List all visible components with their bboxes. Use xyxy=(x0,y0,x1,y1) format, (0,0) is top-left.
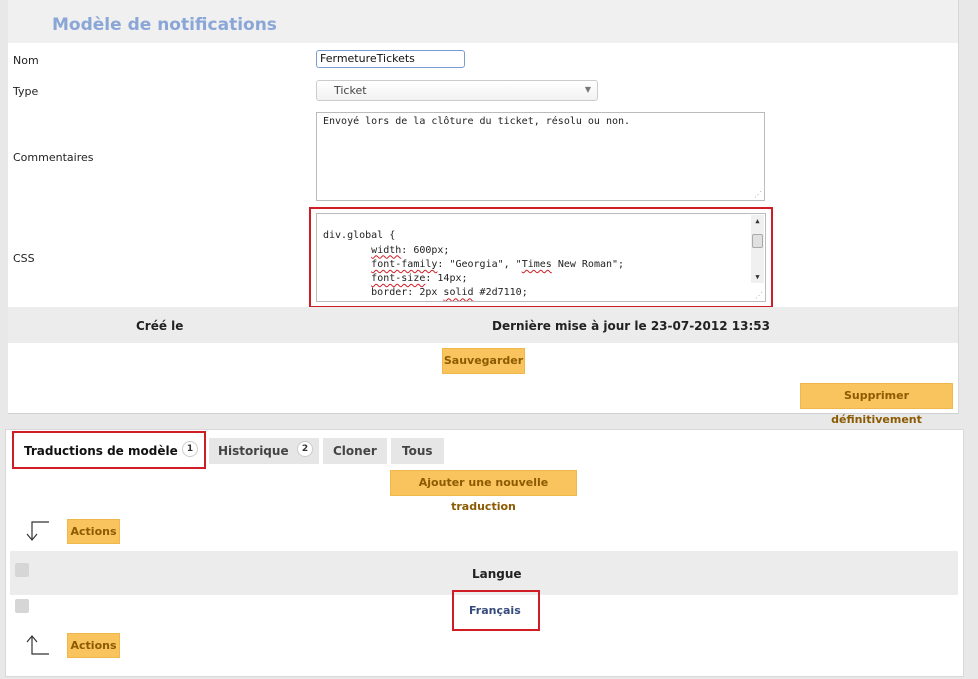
nom-input[interactable]: FermetureTickets xyxy=(316,50,465,68)
css-prop: solid xyxy=(443,287,474,299)
active-tab-highlight xyxy=(12,431,206,469)
row-checkbox[interactable] xyxy=(15,599,29,613)
created-label: Créé le xyxy=(136,319,184,333)
page-title: Modèle de notifications xyxy=(52,15,277,35)
resize-grip-icon[interactable]: ⋰ xyxy=(755,292,763,300)
scroll-thumb[interactable] xyxy=(752,234,763,248)
css-line: div.global { xyxy=(323,230,396,242)
tab-label: Tous xyxy=(402,444,433,458)
actions-button-bottom[interactable]: Actions xyxy=(67,633,120,658)
chevron-down-icon: ▼ xyxy=(584,85,591,94)
scroll-down-icon[interactable]: ▼ xyxy=(751,271,764,283)
save-button[interactable]: Sauvegarder xyxy=(442,348,525,374)
resize-grip-icon[interactable]: ⋰ xyxy=(754,191,762,199)
actions-button-top[interactable]: Actions xyxy=(67,519,120,544)
css-label: CSS xyxy=(13,252,35,265)
translations-table-header: Langue xyxy=(10,551,958,595)
tab-clone[interactable]: Cloner xyxy=(323,438,387,464)
form-header: Modèle de notifications xyxy=(8,0,958,43)
tab-label: Cloner xyxy=(333,444,377,458)
tab-label: Historique xyxy=(218,444,289,458)
css-textarea[interactable]: div.global { width: 600px; font-family: … xyxy=(316,213,766,302)
arrow-up-left-icon xyxy=(26,635,49,655)
delete-permanently-button[interactable]: Supprimer définitivement xyxy=(800,383,953,426)
commentaires-label: Commentaires xyxy=(13,151,94,164)
column-header-langue: Langue xyxy=(472,567,522,581)
type-select[interactable]: Ticket ▼ xyxy=(316,80,598,101)
commentaires-textarea[interactable]: Envoyé lors de la clôture du ticket, rés… xyxy=(316,112,765,201)
commentaires-text: Envoyé lors de la clôture du ticket, rés… xyxy=(323,116,631,127)
scroll-up-icon[interactable]: ▲ xyxy=(751,215,764,227)
type-select-value: Ticket xyxy=(334,84,367,97)
css-prop: width xyxy=(371,244,402,256)
nom-label: Nom xyxy=(13,54,39,67)
css-prop: font-family xyxy=(371,258,438,270)
add-translation-button[interactable]: Ajouter une nouvelle traduction xyxy=(390,470,577,513)
select-all-checkbox[interactable] xyxy=(15,563,29,577)
css-scrollbar[interactable]: ▲ ▼ xyxy=(751,215,764,283)
type-label: Type xyxy=(13,85,39,98)
tab-history[interactable]: Historique 2 xyxy=(209,438,319,464)
count-badge: 2 xyxy=(297,441,313,457)
css-prop: Times xyxy=(521,258,552,270)
dates-bar: Créé le Dernière mise à jour le 23-07-20… xyxy=(8,307,958,343)
css-prop: font-size xyxy=(371,273,426,285)
updated-label: Dernière mise à jour le 23-07-2012 13:53 xyxy=(492,319,770,333)
css-code: div.global { width: 600px; font-family: … xyxy=(323,215,624,301)
notification-template-form: Modèle de notifications Nom FermetureTic… xyxy=(8,0,959,426)
row-highlight xyxy=(452,590,540,631)
tab-all[interactable]: Tous xyxy=(391,438,444,464)
arrow-down-left-icon xyxy=(26,521,49,541)
translations-panel: Traductions de modèle 1 Historique 2 Clo… xyxy=(5,429,964,677)
